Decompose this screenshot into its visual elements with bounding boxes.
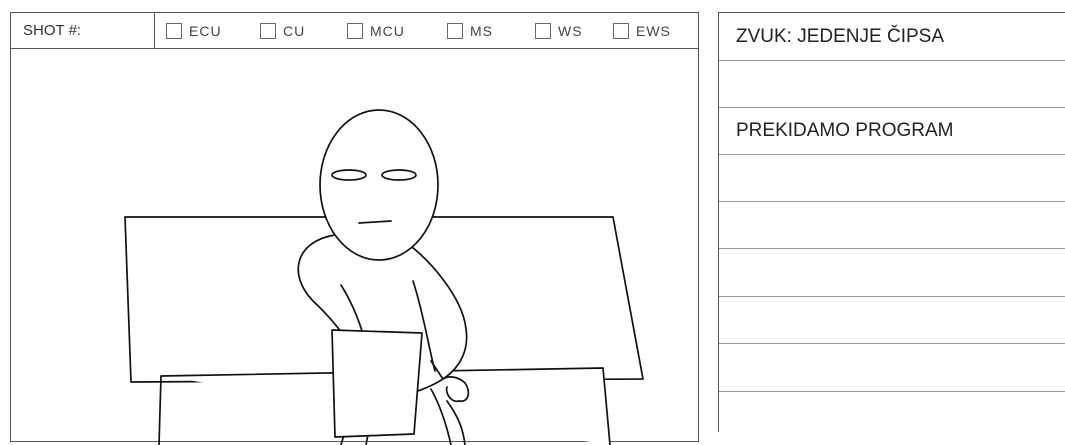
ws-label: WS <box>558 23 583 39</box>
storyboard-frame: SHOT #: ECU CU MCU MS WS EWS <box>10 12 699 445</box>
mcu-checkbox[interactable] <box>347 23 363 39</box>
notes-panel: ZVUK: JEDENJE ČIPSA PREKIDAMO PROGRAM <box>718 12 1065 432</box>
note-line-2[interactable] <box>719 61 1065 108</box>
note-line-8[interactable] <box>719 344 1065 392</box>
note-line-1[interactable]: ZVUK: JEDENJE ČIPSA <box>719 13 1065 61</box>
person-head <box>319 109 439 261</box>
storyboard-sketch <box>124 109 644 445</box>
note-line-7[interactable] <box>719 297 1065 344</box>
ews-checkbox[interactable] <box>613 23 629 39</box>
ms-checkbox[interactable] <box>447 23 463 39</box>
ecu-label: ECU <box>189 23 222 39</box>
note-text-1: ZVUK: JEDENJE ČIPSA <box>736 26 944 47</box>
ms-label: MS <box>470 23 493 39</box>
shot-type-bar: SHOT #: ECU CU MCU MS WS EWS <box>11 13 698 49</box>
shot-number-label: SHOT #: <box>11 13 155 48</box>
shot-option-ms[interactable]: MS <box>447 22 493 40</box>
ecu-checkbox[interactable] <box>166 23 182 39</box>
shot-option-ews[interactable]: EWS <box>613 22 671 40</box>
ews-label: EWS <box>636 23 671 39</box>
note-line-5[interactable] <box>719 202 1065 249</box>
shot-option-ws[interactable]: WS <box>535 22 583 40</box>
note-line-4[interactable] <box>719 155 1065 202</box>
shot-option-cu[interactable]: CU <box>260 22 305 40</box>
ws-checkbox[interactable] <box>535 23 551 39</box>
shot-option-ecu[interactable]: ECU <box>166 22 222 40</box>
note-text-3: PREKIDAMO PROGRAM <box>736 120 954 141</box>
cu-checkbox[interactable] <box>260 23 276 39</box>
note-line-9[interactable] <box>719 392 1065 433</box>
held-paper <box>331 329 423 438</box>
note-line-6[interactable] <box>719 249 1065 297</box>
shot-option-mcu[interactable]: MCU <box>347 22 405 40</box>
note-line-3[interactable]: PREKIDAMO PROGRAM <box>719 108 1065 155</box>
cu-label: CU <box>283 23 306 39</box>
mcu-label: MCU <box>370 23 405 39</box>
